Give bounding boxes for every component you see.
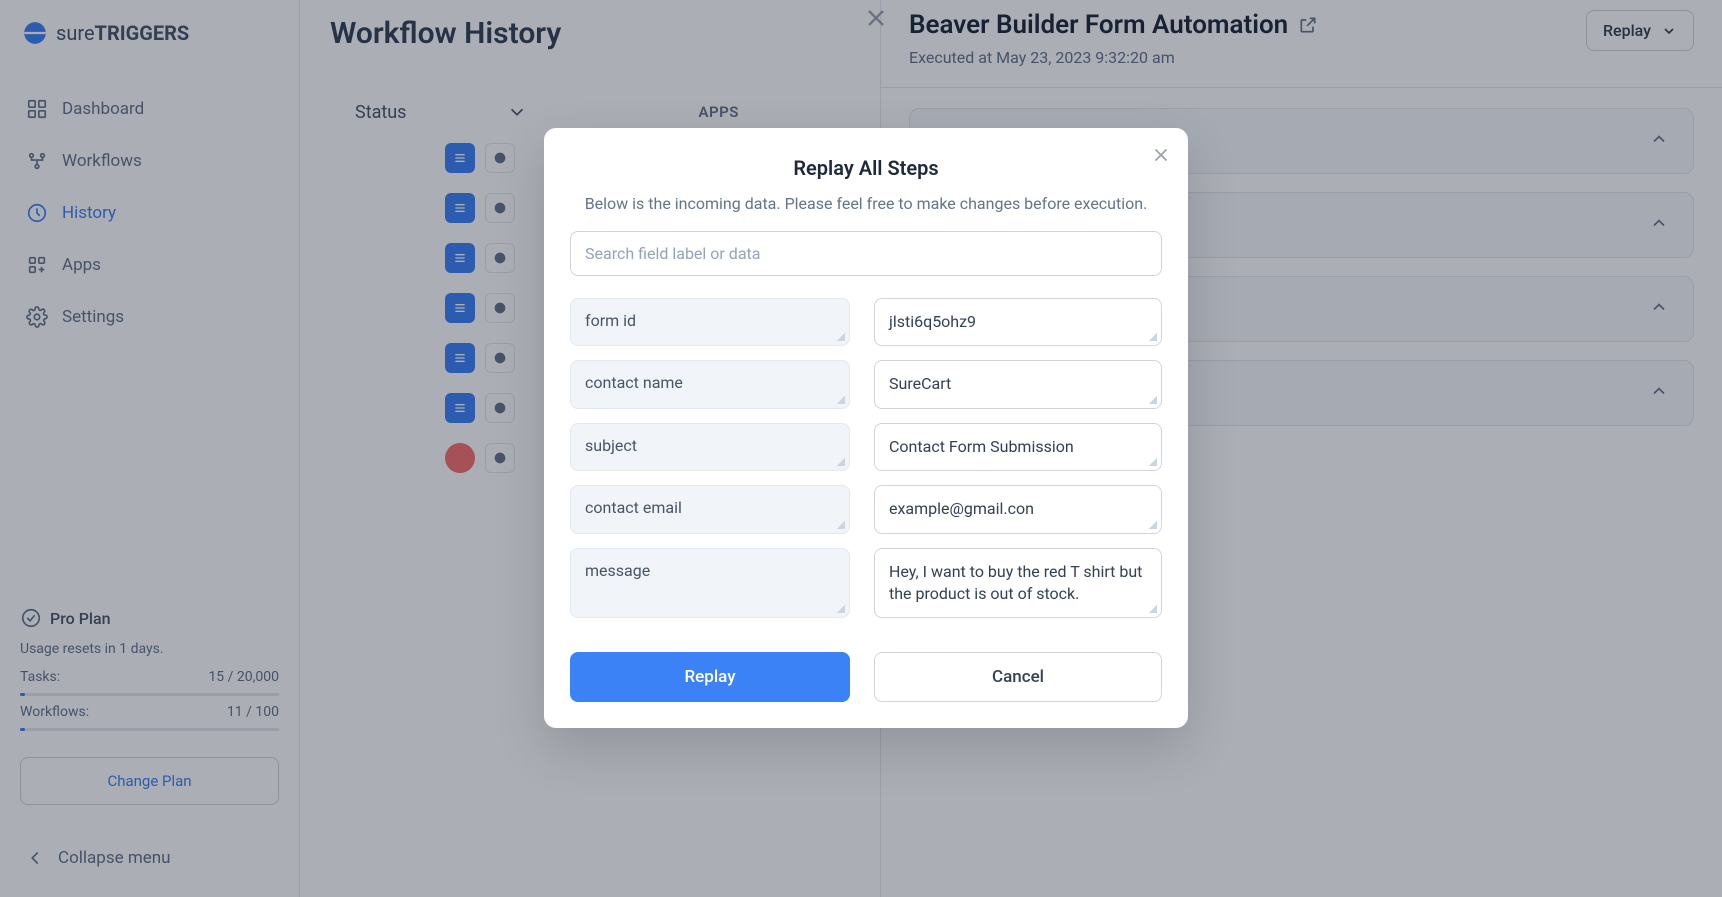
field-label[interactable]: contact email	[570, 485, 850, 533]
cancel-button[interactable]: Cancel	[874, 652, 1162, 702]
modal-title: Replay All Steps	[570, 156, 1162, 180]
field-value[interactable]: jlsti6q5ohz9	[874, 298, 1162, 346]
modal-actions: Replay Cancel	[570, 652, 1162, 702]
field-label[interactable]: contact name	[570, 360, 850, 408]
field-value[interactable]: SureCart	[874, 360, 1162, 408]
close-icon[interactable]	[1150, 144, 1172, 170]
field-value[interactable]: Contact Form Submission	[874, 423, 1162, 471]
replay-button[interactable]: Replay	[570, 652, 850, 702]
field-row: message Hey, I want to buy the red T shi…	[570, 548, 1162, 619]
field-row: subject Contact Form Submission	[570, 423, 1162, 471]
field-row: contact name SureCart	[570, 360, 1162, 408]
replay-modal: Replay All Steps Below is the incoming d…	[544, 128, 1188, 728]
field-label[interactable]: message	[570, 548, 850, 619]
search-input[interactable]	[570, 231, 1162, 276]
field-label[interactable]: subject	[570, 423, 850, 471]
field-value[interactable]: Hey, I want to buy the red T shirt but t…	[874, 548, 1162, 619]
field-row: form id jlsti6q5ohz9	[570, 298, 1162, 346]
field-value[interactable]: example@gmail.con	[874, 485, 1162, 533]
field-row: contact email example@gmail.con	[570, 485, 1162, 533]
field-label[interactable]: form id	[570, 298, 850, 346]
modal-subtitle: Below is the incoming data. Please feel …	[570, 194, 1162, 213]
